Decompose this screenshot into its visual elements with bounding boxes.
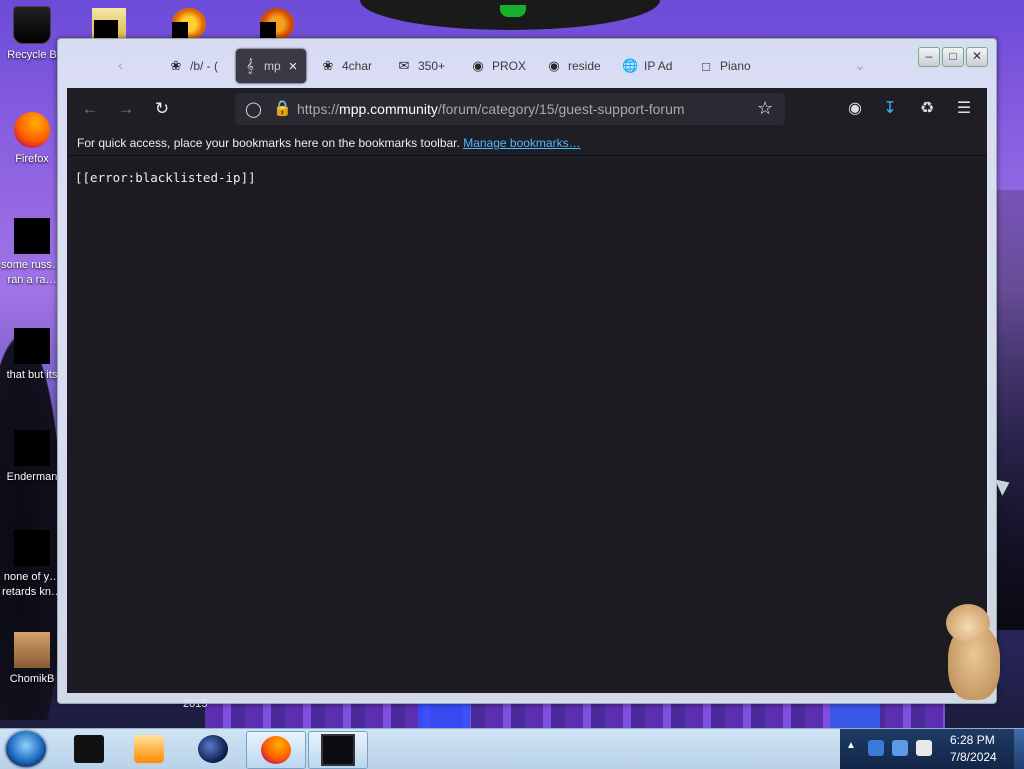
hamster-widget[interactable] <box>940 604 1006 704</box>
clock-date[interactable]: 7/8/2024 <box>950 750 997 764</box>
bookmarks-hint-text: For quick access, place your bookmarks h… <box>77 136 460 150</box>
back-arrow-icon[interactable]: ← <box>79 98 101 120</box>
app-shortcut-icon-2[interactable] <box>260 8 294 40</box>
github-icon: ◉ <box>548 58 560 73</box>
desktop-icon-label: ChomikB <box>9 673 55 685</box>
tray-network-icon[interactable] <box>892 740 908 756</box>
desktop-icon-recycle-bin[interactable]: Recycle B <box>0 6 64 63</box>
clock-time[interactable]: 6:28 PM <box>950 733 995 747</box>
menu-hamburger-icon[interactable]: ☰ <box>953 98 975 120</box>
desktop-icon-file-1[interactable]: some russ… ran a ra… <box>0 218 64 288</box>
firefox-icon <box>261 736 291 764</box>
tray-volume-icon[interactable] <box>916 740 932 756</box>
file-icon <box>14 218 50 254</box>
desktop-icon-chomik[interactable]: ChomikB <box>0 632 64 687</box>
globe-icon: 🌐 <box>622 58 639 73</box>
desktop-icon-label: none of y… retards kn… <box>2 571 62 598</box>
page-icon: □ <box>702 58 710 74</box>
tab-b[interactable]: ❀ /b/ - ( <box>168 49 230 83</box>
app-shortcut-icon[interactable] <box>172 8 206 40</box>
start-button[interactable] <box>6 731 46 767</box>
url-scheme: https:// <box>297 101 340 117</box>
tab-close-icon[interactable]: × <box>289 58 298 75</box>
taskbar: ▲ 6:28 PM 7/8/2024 <box>0 728 1024 769</box>
folder-icon[interactable] <box>92 8 126 40</box>
hamster-head <box>946 604 990 642</box>
recycle-bin-icon <box>13 6 51 44</box>
envelope-icon: ✉ <box>398 58 410 73</box>
tab-reside[interactable]: ◉ reside <box>546 49 606 83</box>
desktop-icon-enderman[interactable]: Enderman <box>0 430 64 485</box>
tab-scroll-left-icon[interactable]: ‹ <box>118 57 123 73</box>
terminal-icon <box>321 734 355 766</box>
desktop-icon-label: that but its <box>6 369 58 381</box>
maximize-button[interactable]: □ <box>942 47 964 67</box>
tab-prox[interactable]: ◉ PROX <box>470 49 532 83</box>
close-window-button[interactable]: ✕ <box>966 47 988 67</box>
window-icon <box>74 735 104 763</box>
bookmarks-hint: For quick access, place your bookmarks h… <box>77 136 581 150</box>
tab-ip-address[interactable]: 🌐 IP Ad <box>622 49 684 83</box>
tab-4chan[interactable]: ❀ 4char <box>320 49 380 83</box>
top-led-icon <box>500 5 526 17</box>
github-icon: ◉ <box>472 58 484 73</box>
desktop-icon-file-2[interactable]: that but its <box>0 328 64 383</box>
tab-mpp-active[interactable]: 𝄞 mp × <box>236 49 306 83</box>
desktop-icon-label: Firefox <box>15 153 49 165</box>
tab-scroll-right-icon[interactable]: ⌄ <box>854 57 866 74</box>
file-icon <box>14 430 50 466</box>
clover-icon: ❀ <box>170 58 182 73</box>
file-icon <box>14 328 50 364</box>
browser-window: ‹ ❀ /b/ - ( 𝄞 mp × ❀ 4char ✉ 350+ ◉ PROX… <box>57 38 997 704</box>
city-skyline-highlight <box>418 700 470 728</box>
firefox-icon <box>14 112 50 148</box>
taskbar-app-terminal[interactable] <box>308 731 368 769</box>
navigation-toolbar: ← → ↻ ◯ 🔒 https://mpp.community/forum/ca… <box>67 88 987 132</box>
error-message: [[error:blacklisted-ip]] <box>75 170 256 185</box>
pocket-icon[interactable]: ◉ <box>844 98 866 120</box>
tab-350[interactable]: ✉ 350+ <box>396 49 452 83</box>
minimize-button[interactable]: – <box>918 47 940 67</box>
tab-bar: ‹ ❀ /b/ - ( 𝄞 mp × ❀ 4char ✉ 350+ ◉ PROX… <box>58 39 996 87</box>
taskbar-app-media-player[interactable] <box>120 731 178 767</box>
page-content: [[error:blacklisted-ip]] <box>67 156 987 693</box>
bookmarks-toolbar: For quick access, place your bookmarks h… <box>67 132 987 156</box>
taskbar-app-window[interactable] <box>60 731 118 767</box>
hamster-image-icon <box>14 632 50 668</box>
globe-app-icon <box>198 735 228 763</box>
taskbar-app-firefox[interactable] <box>246 731 306 769</box>
extensions-icon[interactable]: ♻ <box>916 98 938 120</box>
desktop-icon-file-3[interactable]: none of y… retards kn… <box>0 530 64 600</box>
taskbar-app-globe[interactable] <box>184 731 242 767</box>
lock-icon[interactable]: 🔒 <box>273 99 292 117</box>
bookmark-star-icon[interactable]: ☆ <box>757 98 773 119</box>
tab-piano[interactable]: □ Piano <box>698 49 760 83</box>
show-desktop-button[interactable] <box>1014 729 1024 769</box>
desktop-icon-firefox[interactable]: Firefox <box>0 112 64 167</box>
download-icon[interactable]: ↧ <box>879 98 901 120</box>
tray-expand-icon[interactable]: ▲ <box>846 740 856 751</box>
clover-icon: ❀ <box>322 58 334 73</box>
reload-icon[interactable]: ↻ <box>151 98 173 120</box>
desktop-icon-label: Recycle B <box>7 49 57 61</box>
treble-clef-icon: 𝄞 <box>246 58 254 73</box>
desktop-icon-label: some russ… ran a ra… <box>1 259 63 286</box>
address-bar[interactable]: ◯ 🔒 https://mpp.community/forum/category… <box>235 93 785 125</box>
manage-bookmarks-link[interactable]: Manage bookmarks… <box>463 136 580 150</box>
url-text[interactable]: https://mpp.community/forum/category/15/… <box>297 101 685 117</box>
forward-arrow-icon[interactable]: → <box>115 98 137 120</box>
url-path: /forum/category/15/guest-support-forum <box>437 101 685 117</box>
file-icon <box>14 530 50 566</box>
url-host: mpp.community <box>339 101 438 117</box>
desktop-icon-label: Enderman <box>6 471 58 483</box>
shield-icon[interactable]: ◯ <box>245 100 262 118</box>
tray-app-icon[interactable] <box>868 740 884 756</box>
media-player-icon <box>134 735 164 763</box>
city-skyline-highlight-2 <box>830 700 880 728</box>
